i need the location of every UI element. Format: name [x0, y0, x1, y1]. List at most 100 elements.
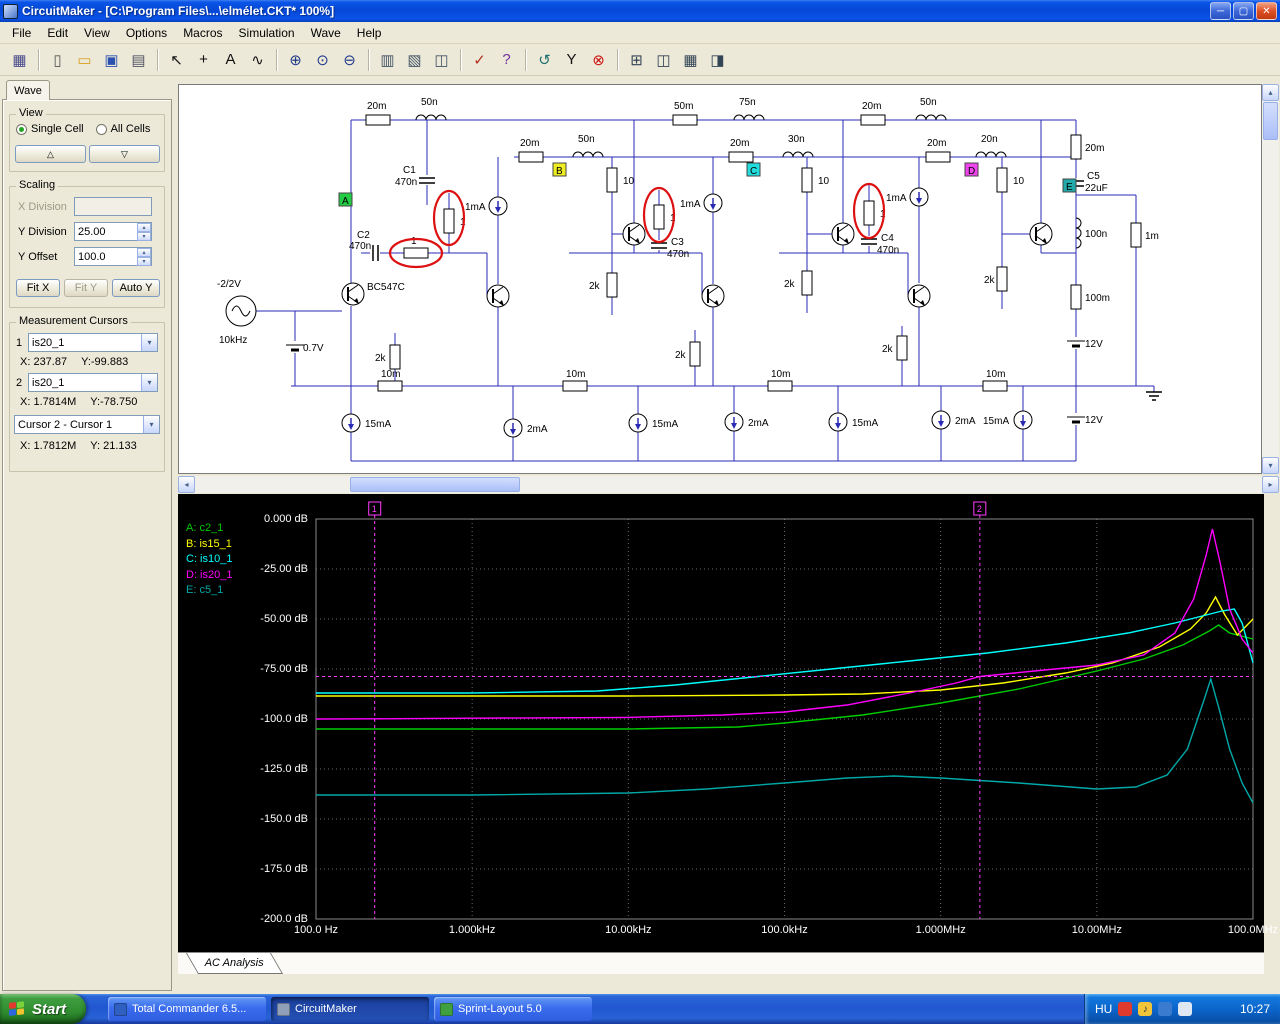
menu-options[interactable]: Options: [118, 24, 175, 42]
cascade-windows-button[interactable]: ▦: [678, 47, 703, 72]
component-res-h[interactable]: [728, 151, 754, 163]
scroll-down-button[interactable]: ▽: [89, 145, 160, 163]
single-cell-radio[interactable]: [16, 123, 27, 135]
component-npn[interactable]: [341, 282, 365, 306]
component-isrc[interactable]: [488, 196, 508, 216]
antivirus-tray-icon[interactable]: [1118, 1002, 1133, 1016]
taskbar-task-total-commander-6-5-[interactable]: Total Commander 6.5...: [108, 997, 266, 1021]
component-npn[interactable]: [831, 222, 855, 246]
cursor2-signal-combo[interactable]: is20_1: [28, 373, 158, 392]
circuit-horizontal-scrollbar[interactable]: [178, 476, 1279, 493]
zoom-tool-button[interactable]: ⊙: [310, 47, 335, 72]
component-npn[interactable]: [622, 222, 646, 246]
tab-ac-analysis[interactable]: AC Analysis: [185, 953, 283, 974]
select-tool-button[interactable]: ↖: [164, 47, 189, 72]
network-tray-icon[interactable]: [1178, 1002, 1193, 1016]
y-offset-spin-down[interactable]: [137, 257, 151, 266]
zoom-out-button[interactable]: ⊖: [337, 47, 362, 72]
volume-tray-icon[interactable]: [1138, 1002, 1153, 1016]
menu-simulation[interactable]: Simulation: [231, 24, 303, 42]
component-res-h[interactable]: [365, 114, 391, 126]
split-view-button[interactable]: ◫: [429, 47, 454, 72]
place-part-button[interactable]: +: [191, 47, 216, 72]
component-res-h[interactable]: [860, 114, 886, 126]
component-isrc[interactable]: [1013, 410, 1033, 430]
component-res-v[interactable]: [896, 335, 908, 361]
component-res-v[interactable]: [996, 266, 1008, 292]
component-res-v[interactable]: [801, 270, 813, 296]
open-file-button[interactable]: ▭: [72, 47, 97, 72]
component-cap-h[interactable]: [370, 245, 380, 261]
component-res-v[interactable]: [996, 167, 1008, 193]
probe-a[interactable]: A: [338, 192, 353, 207]
component-res-v[interactable]: [689, 341, 701, 367]
component-isrc[interactable]: [828, 412, 848, 432]
component-res-h[interactable]: [925, 151, 951, 163]
minimize-button[interactable]: [1210, 2, 1231, 20]
auto-y-button[interactable]: Auto Y: [112, 279, 160, 297]
close-button[interactable]: [1256, 2, 1277, 20]
probe-c[interactable]: C: [746, 162, 761, 177]
cursor2-combo-arrow-icon[interactable]: [141, 374, 157, 391]
component-ind-v[interactable]: [1075, 217, 1082, 249]
component-res-h[interactable]: [672, 114, 698, 126]
start-button[interactable]: Start: [0, 994, 86, 1024]
component-res-v[interactable]: [1070, 284, 1082, 310]
taskbar-task-sprint-layout-5-0[interactable]: Sprint-Layout 5.0: [434, 997, 592, 1021]
arrange-windows-button[interactable]: ◨: [705, 47, 730, 72]
print-button[interactable]: ▤: [126, 47, 151, 72]
component-res-h[interactable]: [982, 380, 1008, 392]
component-res-v[interactable]: [863, 200, 875, 226]
component-res-v[interactable]: [1130, 222, 1142, 248]
probe-tool-button[interactable]: Y: [559, 47, 584, 72]
component-isrc[interactable]: [628, 413, 648, 433]
component-res-v[interactable]: [606, 272, 618, 298]
run-simulation-button[interactable]: ✓: [467, 47, 492, 72]
fit-x-button[interactable]: Fit X: [16, 279, 60, 297]
schematic-canvas[interactable]: 20m 50n 50m 75n 20m 50n 20m 50n 20m 30n 20m 20n C1 47…: [178, 84, 1262, 474]
waveform-plot[interactable]: 12: [178, 494, 1264, 952]
cursor1-combo-arrow-icon[interactable]: [141, 334, 157, 351]
scrollbar-up-icon[interactable]: [1262, 84, 1279, 101]
component-res-h[interactable]: [767, 380, 793, 392]
keyboard-language-indicator[interactable]: HU: [1095, 1002, 1112, 1016]
component-cap-v[interactable]: [419, 175, 435, 185]
component-res-v[interactable]: [606, 167, 618, 193]
probe-e[interactable]: E: [1062, 178, 1077, 193]
cursor-diff-combo-arrow-icon[interactable]: [143, 416, 159, 433]
component-npn[interactable]: [486, 284, 510, 308]
component-isrc[interactable]: [931, 410, 951, 430]
component-res-v[interactable]: [801, 167, 813, 193]
component-res-v[interactable]: [653, 204, 665, 230]
scroll-up-button[interactable]: △: [15, 145, 86, 163]
browse-cells-button[interactable]: ▦: [7, 47, 32, 72]
cursor-diff-combo[interactable]: Cursor 2 - Cursor 1: [14, 415, 160, 434]
waveforms-window-button[interactable]: ⊞: [624, 47, 649, 72]
component-npn[interactable]: [907, 284, 931, 308]
menu-file[interactable]: File: [4, 24, 39, 42]
probe-d[interactable]: D: [964, 162, 979, 177]
component-isrc[interactable]: [703, 193, 723, 213]
component-npn[interactable]: [701, 284, 725, 308]
help-button[interactable]: ?: [494, 47, 519, 72]
component-gnd[interactable]: [1146, 386, 1162, 401]
y-offset-spin-up[interactable]: [137, 248, 151, 257]
component-bat[interactable]: [1066, 413, 1086, 425]
component-isrc[interactable]: [503, 418, 523, 438]
component-isrc[interactable]: [909, 187, 929, 207]
component-ind-h[interactable]: [572, 151, 604, 158]
component-res-h[interactable]: [562, 380, 588, 392]
component-bat[interactable]: [1066, 337, 1086, 349]
y-division-spin-down[interactable]: [137, 232, 151, 241]
component-res-h[interactable]: [377, 380, 403, 392]
fit-selection-button[interactable]: ▧: [402, 47, 427, 72]
zoom-in-button[interactable]: ⊕: [283, 47, 308, 72]
new-file-button[interactable]: ▯: [45, 47, 70, 72]
circuit-vertical-scrollbar[interactable]: [1262, 84, 1279, 474]
component-res-h[interactable]: [518, 151, 544, 163]
fit-page-button[interactable]: ▥: [375, 47, 400, 72]
component-ind-h[interactable]: [915, 114, 947, 121]
taskbar-task-circuitmaker[interactable]: CircuitMaker: [271, 997, 429, 1021]
schematic[interactable]: 20m 50n 50m 75n 20m 50n20m 50n 20m 30n 20m 20nC147…: [179, 85, 1261, 473]
scrollbar-left-icon[interactable]: [178, 476, 195, 493]
